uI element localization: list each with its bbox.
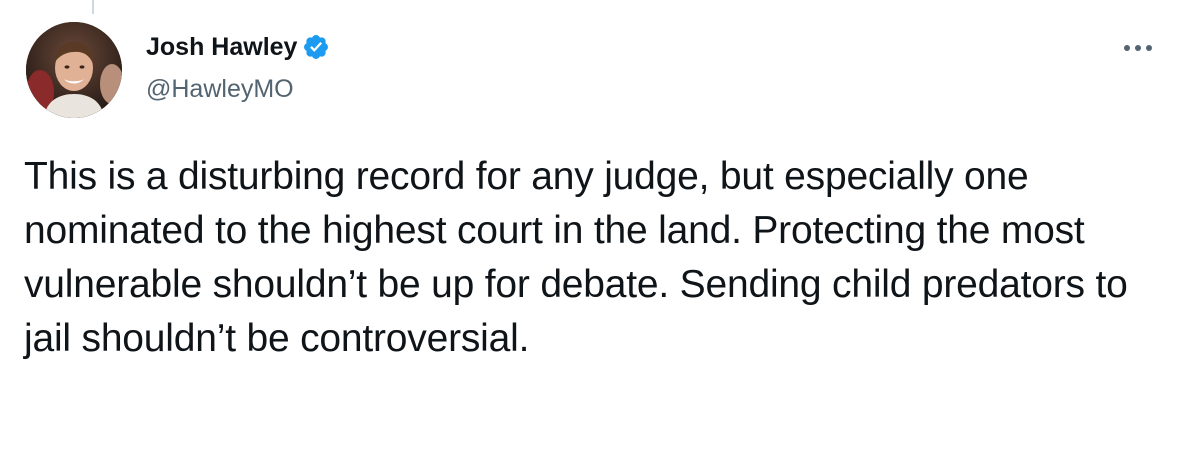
display-name[interactable]: Josh Hawley: [146, 32, 297, 62]
ellipsis-icon: [1124, 45, 1152, 51]
profile-photo-icon: [26, 22, 122, 118]
user-handle[interactable]: @HawleyMO: [146, 74, 330, 104]
avatar[interactable]: [26, 22, 122, 118]
tweet-text: This is a disturbing record for any judg…: [24, 155, 1128, 360]
more-options-button[interactable]: [1118, 36, 1158, 60]
name-row: Josh Hawley: [146, 32, 330, 62]
thread-connector-line: [92, 0, 94, 14]
verified-badge-icon: [302, 33, 330, 61]
user-info: Josh Hawley @HawleyMO: [146, 32, 330, 104]
tweet-card[interactable]: Josh Hawley @HawleyMO This is a disturbi…: [0, 0, 1182, 462]
